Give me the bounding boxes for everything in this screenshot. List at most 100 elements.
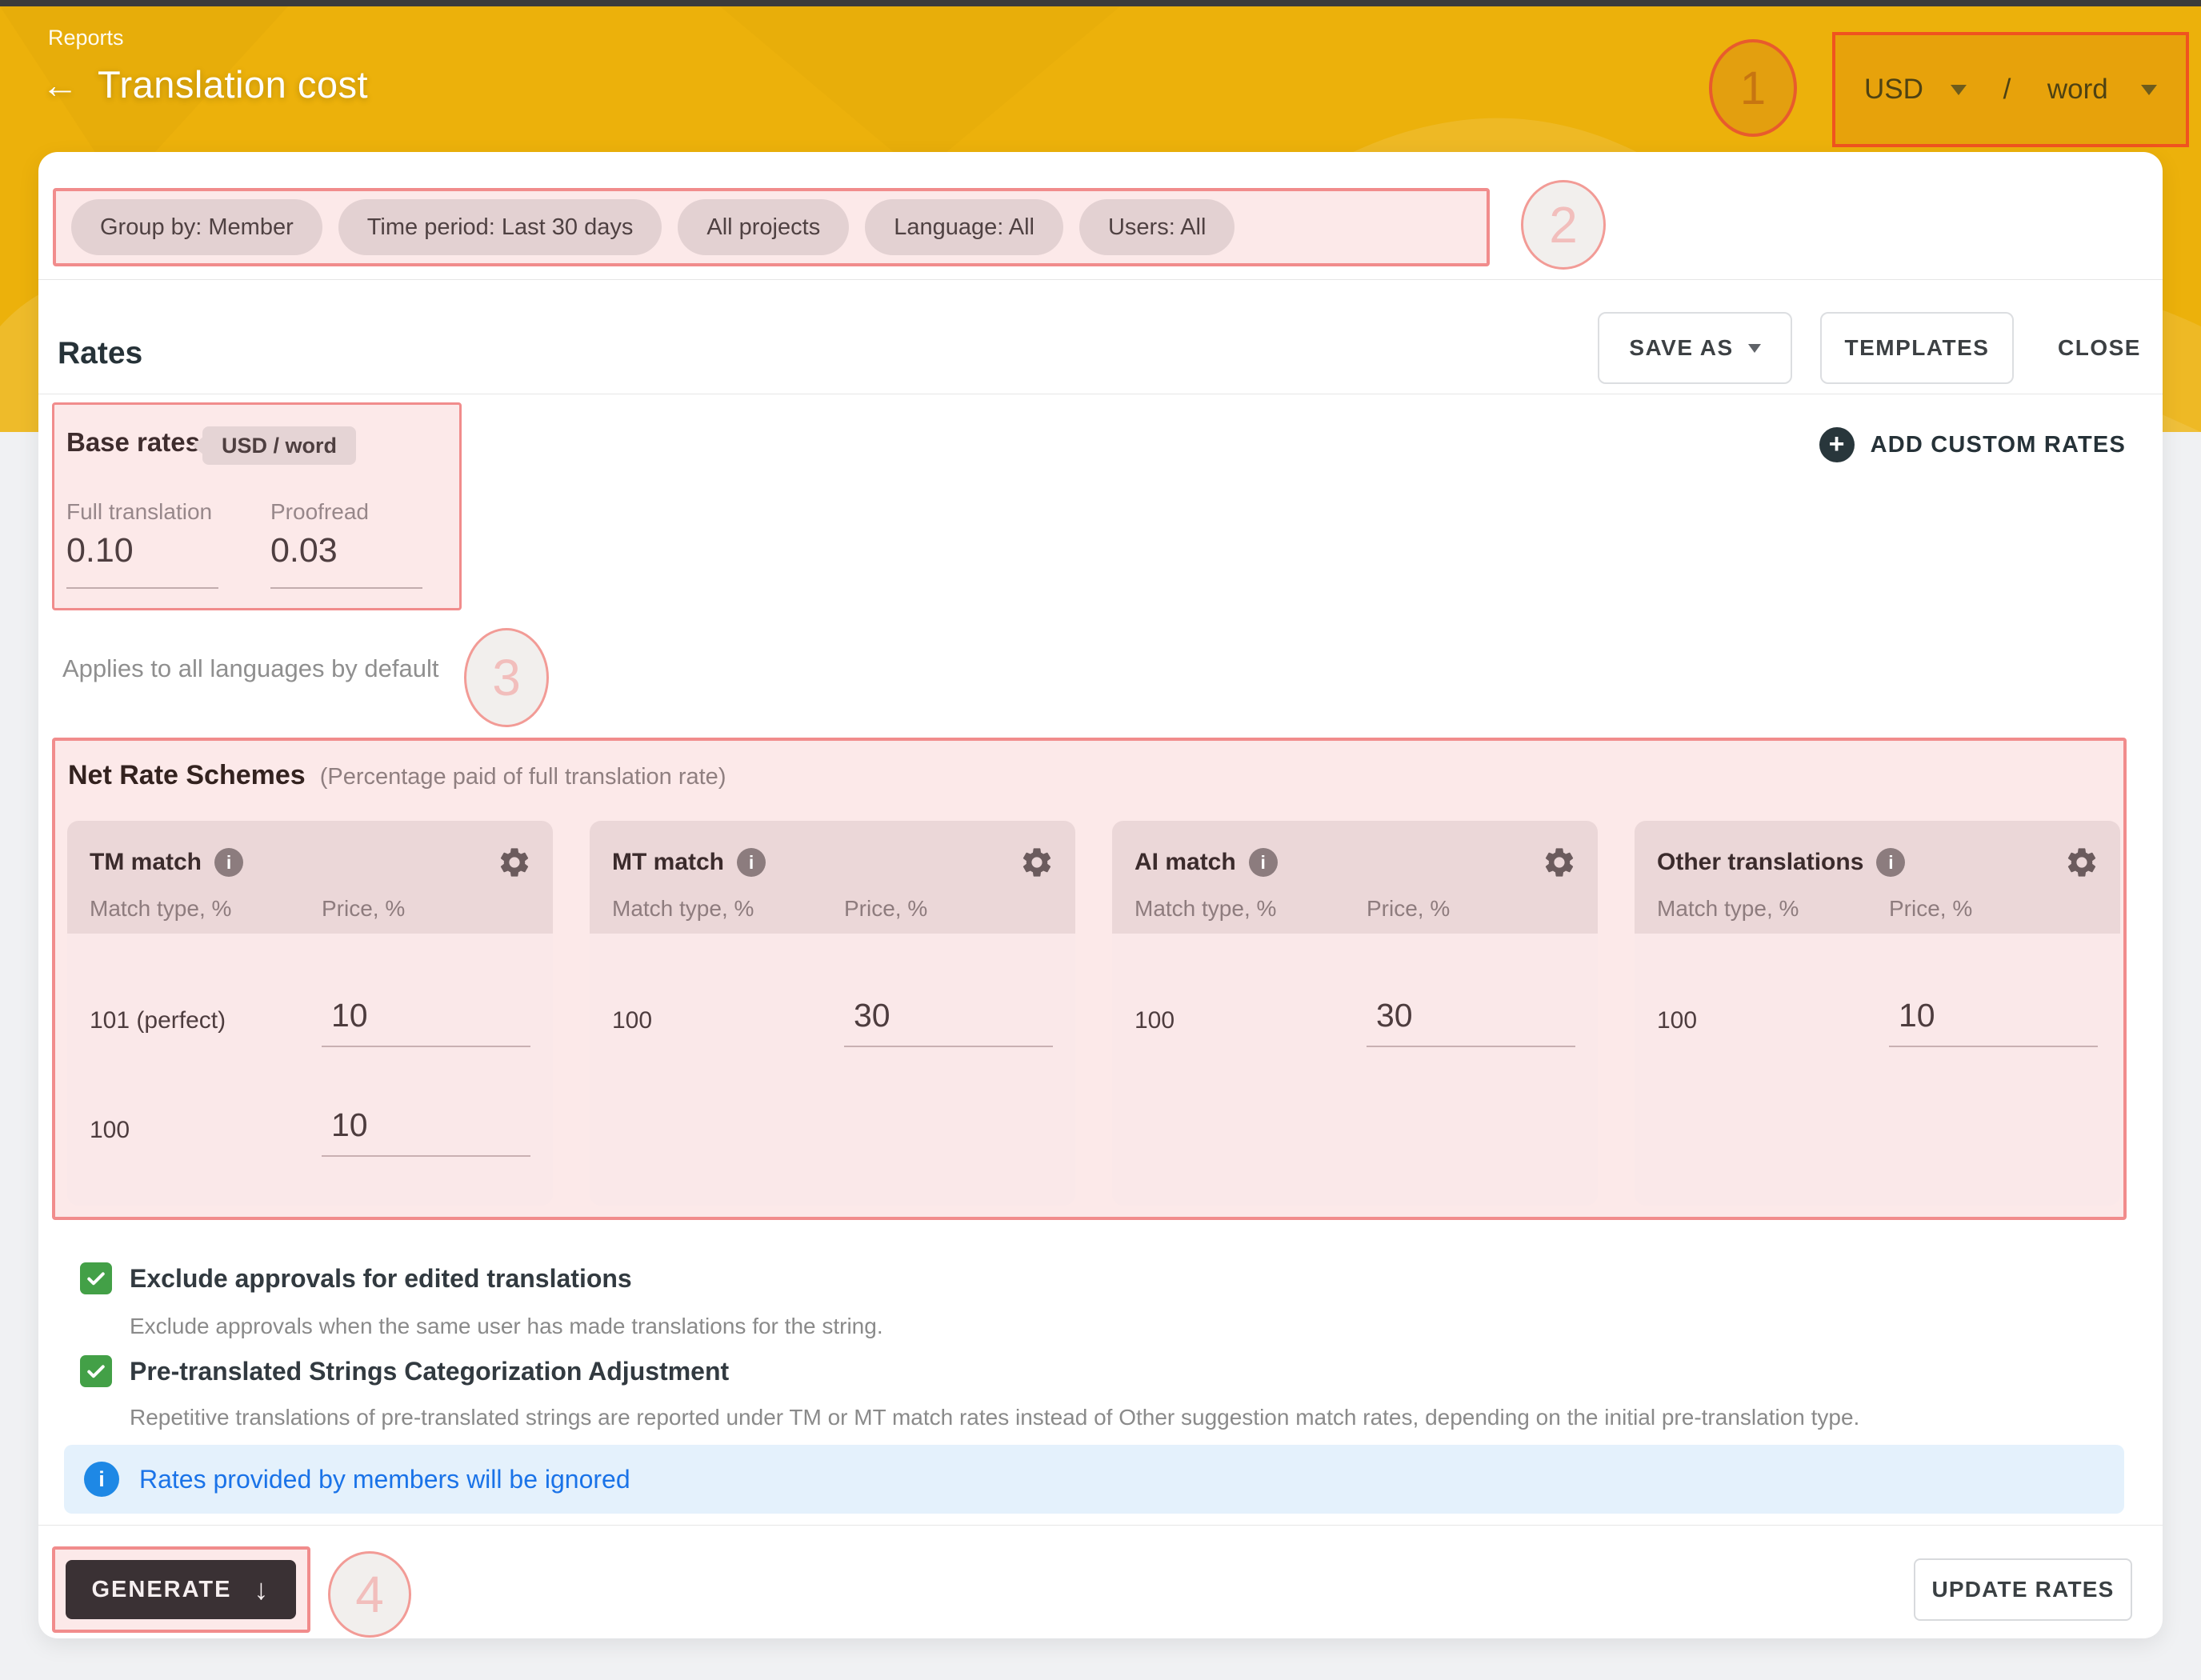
gear-icon[interactable]	[497, 845, 532, 880]
save-as-label: SAVE AS	[1629, 335, 1733, 361]
net-rate-schemes-title: Net Rate Schemes	[68, 760, 306, 791]
filter-chip[interactable]: All projects	[678, 199, 849, 255]
save-as-caret-icon	[1748, 344, 1761, 353]
scheme-card-title: Other translations	[1657, 849, 1863, 876]
info-banner-text: Rates provided by members will be ignore…	[139, 1465, 630, 1494]
gear-icon[interactable]	[1019, 845, 1054, 880]
plus-icon: +	[1819, 427, 1855, 462]
match-type-value: 100	[1657, 1007, 1697, 1034]
rates-section-title: Rates	[58, 336, 142, 371]
scheme-card-mt-match: MT match i Match type, % Price, % 100 30	[590, 821, 1075, 1206]
annotation-circle-2: 2	[1521, 180, 1606, 270]
proofread-label: Proofread	[270, 499, 369, 525]
rate-row: 100 10	[90, 1075, 530, 1157]
full-translation-input[interactable]: 0.10	[66, 531, 134, 570]
generate-label: GENERATE	[92, 1577, 232, 1603]
breadcrumb[interactable]: Reports	[48, 26, 124, 50]
match-type-value: 101 (perfect)	[90, 1007, 226, 1034]
filter-chip[interactable]: Time period: Last 30 days	[338, 199, 662, 255]
annotation-number: 1	[1740, 62, 1766, 115]
price-input[interactable]: 30	[1367, 997, 1575, 1047]
annotation-number: 3	[492, 648, 521, 707]
match-type-value: 100	[612, 1007, 652, 1034]
unit-separator: /	[2003, 74, 2011, 106]
base-rates-unit-badge: USD / word	[202, 426, 356, 465]
rate-row: 100 10	[1657, 966, 2098, 1047]
match-type-column-header: Match type, %	[1657, 896, 1799, 922]
filter-chip[interactable]: Users: All	[1079, 199, 1235, 255]
price-column-header: Price, %	[322, 896, 405, 922]
add-custom-rates-label: ADD CUSTOM RATES	[1871, 432, 2126, 458]
rate-row: 101 (perfect) 10	[90, 966, 530, 1047]
rate-row: 100 30	[1135, 966, 1575, 1047]
annotation-circle-1: 1	[1709, 39, 1797, 137]
match-type-column-header: Match type, %	[90, 896, 231, 922]
net-rate-schemes-annotation-box: Net Rate Schemes (Percentage paid of ful…	[52, 738, 2127, 1220]
base-rates-note: Applies to all languages by default	[62, 654, 439, 683]
price-column-header: Price, %	[844, 896, 927, 922]
info-icon[interactable]: i	[214, 848, 243, 877]
unit-select[interactable]: word	[2047, 74, 2108, 106]
match-type-column-header: Match type, %	[612, 896, 754, 922]
add-custom-rates-button[interactable]: + ADD CUSTOM RATES	[1819, 421, 2126, 469]
back-arrow-icon[interactable]: ←	[42, 66, 78, 103]
base-rates-title: Base rates	[66, 427, 200, 458]
unit-selector-annotation-box: USD / word	[1832, 32, 2189, 147]
filter-chip[interactable]: Language: All	[865, 199, 1063, 255]
price-input[interactable]: 10	[322, 997, 530, 1047]
scheme-card-other-translations: Other translations i Match type, % Price, %…	[1635, 821, 2120, 1206]
info-icon: i	[84, 1462, 119, 1497]
rate-row: 100 30	[612, 966, 1053, 1047]
price-input[interactable]: 10	[322, 1106, 530, 1157]
pretranslated-adjustment-label[interactable]: Pre-translated Strings Categorization Ad…	[130, 1357, 729, 1386]
templates-button[interactable]: TEMPLATES	[1820, 312, 2014, 384]
full-translation-label: Full translation	[66, 499, 212, 525]
window-top-strip	[0, 0, 2201, 6]
match-type-value: 100	[1135, 1007, 1175, 1034]
download-arrow-icon: ↓	[254, 1573, 270, 1606]
save-as-button[interactable]: SAVE AS	[1598, 312, 1792, 384]
scheme-card-ai-match: AI matchiMatch type, %Price, %10030	[1112, 821, 1598, 1206]
price-input[interactable]: 30	[844, 997, 1053, 1047]
currency-select[interactable]: USD	[1864, 74, 1923, 106]
info-icon[interactable]: i	[737, 848, 766, 877]
update-rates-button[interactable]: UPDATE RATES	[1914, 1558, 2132, 1621]
proofread-input[interactable]: 0.03	[270, 531, 338, 570]
generate-annotation-box: GENERATE ↓	[52, 1546, 310, 1633]
input-underline	[66, 587, 218, 589]
gear-icon[interactable]	[1542, 845, 1577, 880]
exclude-approvals-label[interactable]: Exclude approvals for edited translation…	[130, 1264, 632, 1294]
info-icon[interactable]: i	[1249, 848, 1278, 877]
base-rates-annotation-box: Base rates USD / word Full translation P…	[52, 402, 462, 610]
footer-divider	[38, 1525, 2163, 1526]
price-column-header: Price, %	[1889, 896, 1972, 922]
close-button[interactable]: CLOSE	[2059, 312, 2139, 384]
exclude-approvals-description: Exclude approvals when the same user has…	[130, 1314, 883, 1339]
unit-caret-icon[interactable]	[2141, 85, 2157, 95]
annotation-number: 4	[355, 1565, 384, 1624]
scheme-card-tm-match: TM match i Match type, % Price, % 101 (perfe…	[67, 821, 553, 1206]
info-icon[interactable]: i	[1876, 848, 1905, 877]
filter-chip[interactable]: Group by: Member	[71, 199, 322, 255]
pretranslated-adjustment-checkbox[interactable]	[80, 1355, 112, 1387]
scheme-card-title: MT match	[612, 849, 724, 876]
currency-caret-icon[interactable]	[1951, 85, 1967, 95]
gear-icon[interactable]	[2064, 845, 2099, 880]
annotation-number: 2	[1549, 195, 1578, 254]
generate-button[interactable]: GENERATE ↓	[66, 1560, 296, 1619]
info-banner: i Rates provided by members will be igno…	[64, 1445, 2124, 1514]
price-input[interactable]: 10	[1889, 997, 2098, 1047]
report-settings-card: Group by: Member Time period: Last 30 day…	[38, 152, 2163, 1638]
price-column-header: Price, %	[1367, 896, 1450, 922]
exclude-approvals-checkbox[interactable]	[80, 1262, 112, 1294]
pretranslated-adjustment-description: Repetitive translations of pre-translate…	[130, 1405, 1859, 1430]
net-rate-schemes-subtitle: (Percentage paid of full translation rat…	[320, 764, 726, 790]
match-type-column-header: Match type, %	[1135, 896, 1276, 922]
annotation-circle-3: 3	[464, 628, 549, 727]
input-underline	[270, 587, 422, 589]
divider	[38, 279, 2163, 280]
filters-annotation-box: Group by: Member Time period: Last 30 day…	[53, 188, 1490, 266]
match-type-value: 100	[90, 1117, 130, 1144]
scheme-card-title: TM match	[90, 849, 202, 876]
templates-label: TEMPLATES	[1845, 335, 1990, 361]
